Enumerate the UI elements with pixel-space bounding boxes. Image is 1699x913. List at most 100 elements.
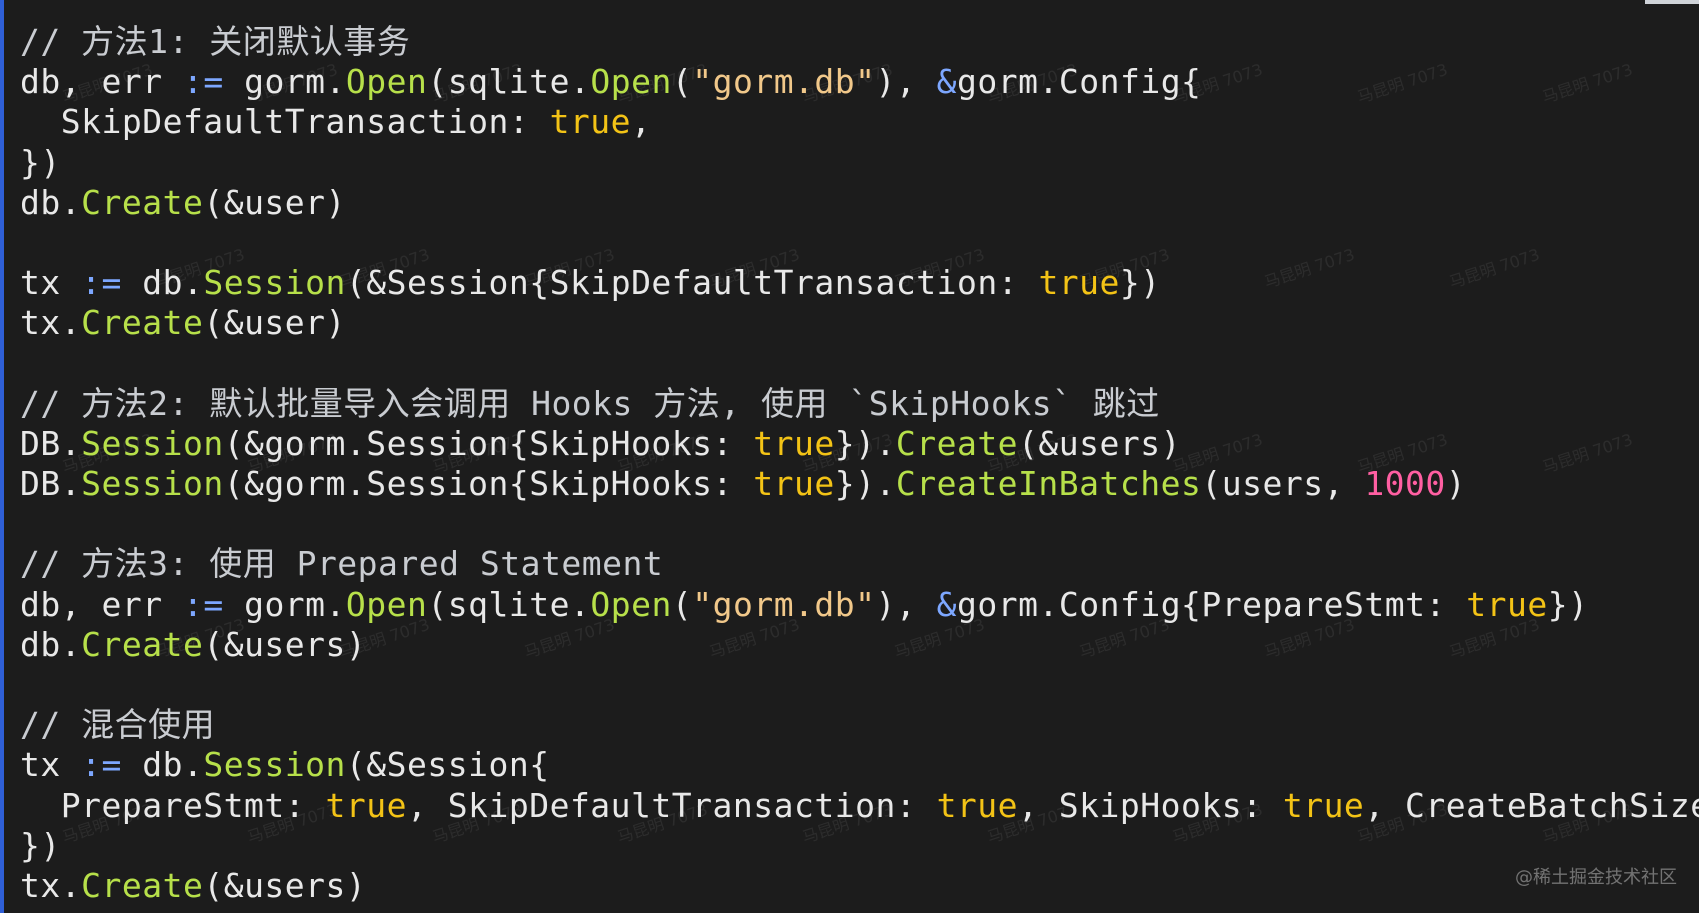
code-token: tx bbox=[20, 745, 82, 785]
code-token: PrepareStmt: bbox=[20, 785, 326, 825]
code-token: (sqlite. bbox=[427, 584, 591, 624]
code-token: gorm. bbox=[223, 584, 346, 624]
code-token: true bbox=[753, 423, 835, 463]
code-token: true bbox=[549, 102, 632, 142]
code-token: , bbox=[631, 102, 652, 142]
code-line: tx := db.Session(&Session{SkipDefaultTra… bbox=[20, 263, 1699, 303]
code-token: }) bbox=[20, 825, 61, 865]
code-token: Create bbox=[81, 182, 204, 222]
code-line: tx.Create(&user) bbox=[20, 303, 1699, 343]
code-token: (&users) bbox=[203, 865, 367, 905]
code-token: }). bbox=[834, 423, 896, 463]
code-token: "gorm.db" bbox=[692, 584, 876, 624]
code-line: }) bbox=[20, 826, 1699, 866]
code-token: true bbox=[1038, 263, 1120, 303]
left-accent-bar bbox=[0, 0, 4, 913]
code-token: tx. bbox=[20, 865, 82, 905]
code-token: (&user) bbox=[203, 303, 346, 343]
code-token: 1000 bbox=[1364, 464, 1446, 504]
code-token: // 混合使用 bbox=[20, 705, 216, 745]
code-token: (&gorm.Session{SkipHooks: bbox=[223, 423, 754, 463]
code-token: Create bbox=[81, 624, 204, 664]
code-token: , CreateBatchSize: bbox=[1364, 785, 1699, 825]
site-watermark: @稀土掘金技术社区 bbox=[1515, 867, 1677, 888]
code-token: "gorm.db" bbox=[692, 62, 876, 102]
code-token: db. bbox=[20, 624, 82, 664]
code-token: Open bbox=[590, 584, 672, 624]
code-token: tx bbox=[20, 263, 82, 303]
code-token: (&users) bbox=[1018, 423, 1182, 463]
code-line: // 方法2: 默认批量导入会调用 Hooks 方法, 使用 `SkipHook… bbox=[20, 384, 1699, 424]
code-line: DB.Session(&gorm.Session{SkipHooks: true… bbox=[20, 464, 1699, 504]
code-line: }) bbox=[20, 143, 1699, 183]
code-token: (&gorm.Session{SkipHooks: bbox=[223, 464, 754, 504]
code-token: Session bbox=[203, 745, 346, 785]
code-token: true bbox=[325, 785, 407, 825]
code-token: := bbox=[81, 263, 122, 303]
code-token: (&Session{ bbox=[345, 745, 550, 785]
code-line: db, err := gorm.Open(sqlite.Open("gorm.d… bbox=[20, 585, 1699, 625]
code-token: gorm.Config{PrepareStmt: bbox=[957, 584, 1467, 624]
code-token: db. bbox=[121, 263, 204, 303]
code-line: tx.Create(&users) bbox=[20, 866, 1699, 906]
code-token: ), bbox=[875, 62, 937, 102]
code-token: DB. bbox=[20, 423, 82, 463]
code-token: (&user) bbox=[203, 182, 346, 222]
code-line: SkipDefaultTransaction: true, bbox=[20, 102, 1699, 142]
code-token: (&Session{SkipDefaultTransaction: bbox=[345, 263, 1039, 303]
code-token: ) bbox=[1445, 464, 1467, 504]
code-token: ), bbox=[875, 584, 937, 624]
code-line: db.Create(&users) bbox=[20, 625, 1699, 665]
code-token: Create bbox=[81, 303, 204, 343]
code-token: true bbox=[1282, 785, 1365, 825]
code-token: := bbox=[81, 745, 122, 785]
code-token: Open bbox=[345, 584, 428, 624]
code-token: (users, bbox=[1201, 464, 1365, 504]
code-token: Create bbox=[895, 423, 1019, 463]
code-token: db. bbox=[121, 745, 204, 785]
code-token: Session bbox=[203, 263, 346, 303]
code-line: // 方法1: 关闭默认事务 bbox=[20, 22, 1699, 62]
code-token: , SkipHooks: bbox=[1018, 785, 1283, 825]
code-line: db, err := gorm.Open(sqlite.Open("gorm.d… bbox=[20, 62, 1699, 102]
code-screenshot: 马昆明 7073 马昆明 7073 马昆明 7073 马昆明 7073 马昆明 7073… bbox=[0, 0, 1699, 913]
code-token: true bbox=[936, 785, 1019, 825]
top-right-mark bbox=[1645, 0, 1699, 4]
code-token: Session bbox=[81, 423, 224, 463]
code-token: tx. bbox=[20, 303, 82, 343]
code-line: // 混合使用 bbox=[20, 705, 1699, 745]
code-line: tx := db.Session(&Session{ bbox=[20, 745, 1699, 785]
code-token: , SkipDefaultTransaction: bbox=[407, 785, 937, 825]
code-token: }) bbox=[1547, 584, 1589, 624]
code-token: Open bbox=[345, 62, 428, 102]
code-block: // 方法1: 关闭默认事务 db, err := gorm.Open(sqlit… bbox=[20, 22, 1699, 906]
code-token: CreateInBatches bbox=[895, 464, 1202, 504]
code-line: PrepareStmt: true, SkipDefaultTransactio… bbox=[20, 786, 1699, 826]
code-token: (&users) bbox=[203, 624, 367, 664]
code-token: }) bbox=[1119, 263, 1161, 303]
code-token: db, err bbox=[20, 584, 183, 624]
code-token: := bbox=[182, 62, 224, 102]
code-line: db.Create(&user) bbox=[20, 183, 1699, 223]
code-token: := bbox=[182, 584, 224, 624]
code-token: gorm.Config{ bbox=[957, 62, 1202, 102]
code-token: true bbox=[753, 464, 835, 504]
code-token: Open bbox=[590, 62, 672, 102]
code-token: // 方法2: 默认批量导入会调用 Hooks 方法, 使用 `SkipHook… bbox=[20, 383, 1160, 423]
code-token: }). bbox=[834, 464, 896, 504]
code-token: ( bbox=[671, 584, 693, 624]
code-token: SkipDefaultTransaction: bbox=[20, 102, 550, 142]
code-token: // 方法3: 使用 Prepared Statement bbox=[20, 544, 664, 584]
code-token: gorm. bbox=[223, 62, 346, 102]
code-token: & bbox=[936, 584, 958, 624]
code-token: (sqlite. bbox=[427, 62, 591, 102]
code-token: db. bbox=[20, 182, 82, 222]
code-token: & bbox=[936, 62, 958, 102]
code-token: Session bbox=[81, 464, 224, 504]
code-token: // 方法1: 关闭默认事务 bbox=[20, 22, 411, 61]
code-token: ( bbox=[671, 62, 693, 102]
code-token: }) bbox=[20, 142, 61, 182]
